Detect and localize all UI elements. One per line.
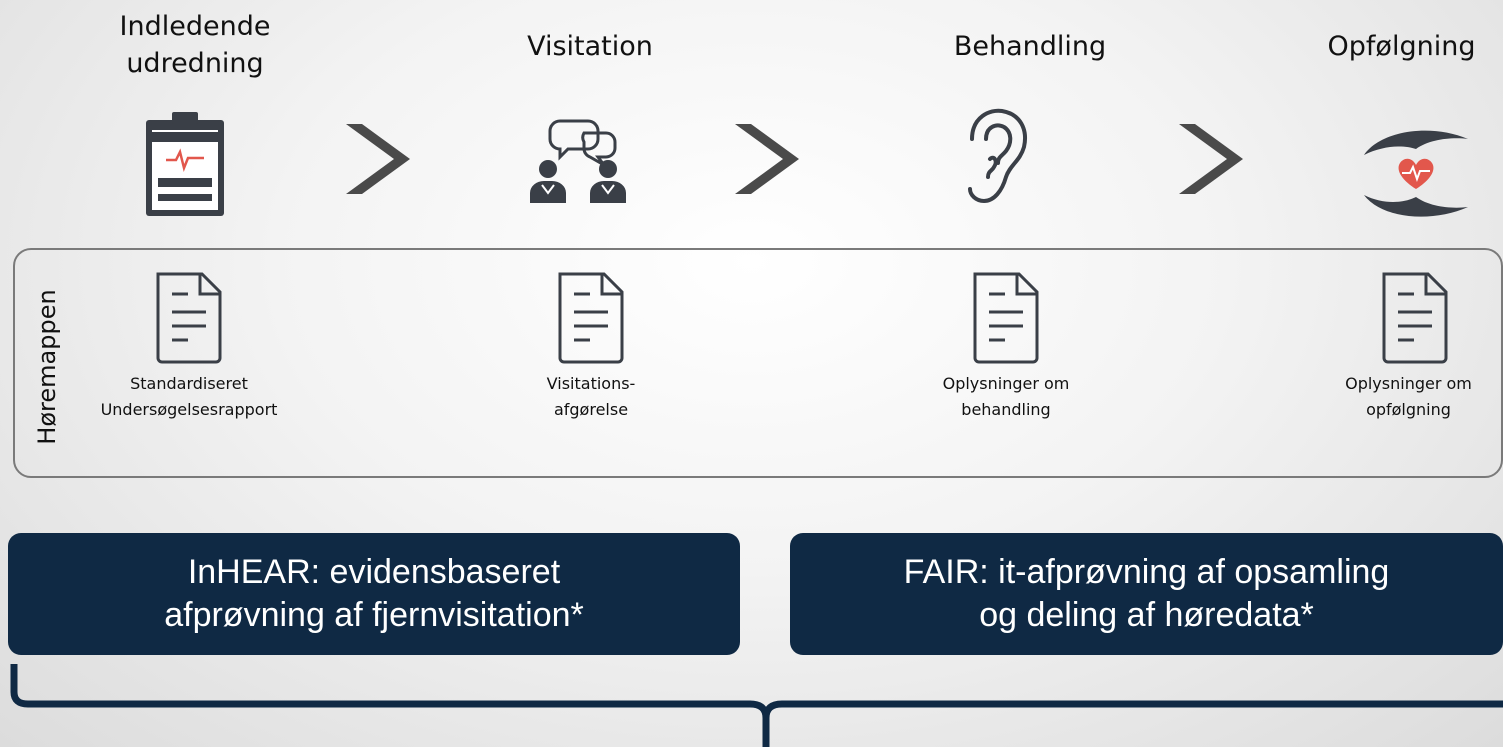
panel-label: Høremappen xyxy=(33,289,61,445)
chevron-right-icon xyxy=(1179,124,1243,194)
stage-title-opfolgning: Opfølgning xyxy=(1327,31,1476,62)
horemappen-panel xyxy=(13,248,1503,478)
stage-title-visitation: Visitation xyxy=(527,31,653,62)
document-icon xyxy=(558,272,624,364)
care-hands-icon xyxy=(1364,130,1468,217)
clipboard-icon xyxy=(146,112,224,216)
curly-brace xyxy=(10,664,1503,747)
document-label: Oplysninger om behandling xyxy=(942,374,1070,419)
project-box-fair: FAIR: it-afprøvning af opsamling og deli… xyxy=(790,533,1503,655)
document-label: Oplysninger om opfølgning xyxy=(1345,374,1472,419)
stage-title-indledende: Indledende udredning xyxy=(119,11,271,79)
document-icon xyxy=(1382,272,1448,364)
stage-title-behandling: Behandling xyxy=(953,31,1107,62)
project-box-inhear: InHEAR: evidensbaseret afprøvning af fje… xyxy=(8,533,740,655)
document-label: Standardiseret Undersøgelsesrapport xyxy=(100,374,278,419)
consultation-icon xyxy=(530,119,626,203)
ear-icon xyxy=(968,108,1027,204)
chevron-right-icon xyxy=(735,124,799,194)
document-icon xyxy=(156,272,222,364)
document-label: Visitations- afgørelse xyxy=(546,374,636,419)
chevron-right-icon xyxy=(346,124,410,194)
document-icon xyxy=(973,272,1039,364)
